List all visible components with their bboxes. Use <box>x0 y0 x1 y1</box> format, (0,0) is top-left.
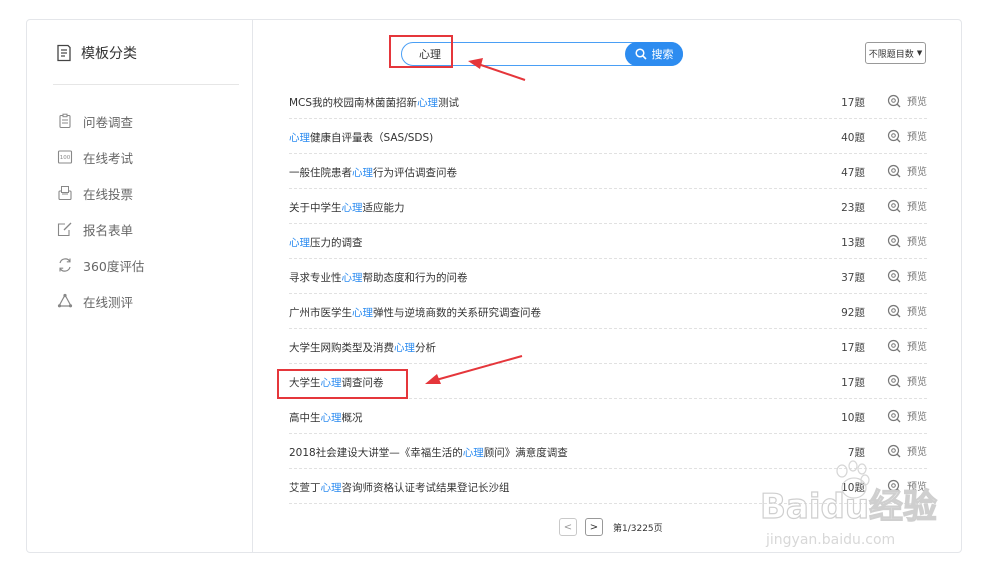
arrow-head-icon <box>468 58 483 69</box>
annotation-arrows <box>425 58 526 384</box>
arrow-head-icon <box>425 374 441 384</box>
